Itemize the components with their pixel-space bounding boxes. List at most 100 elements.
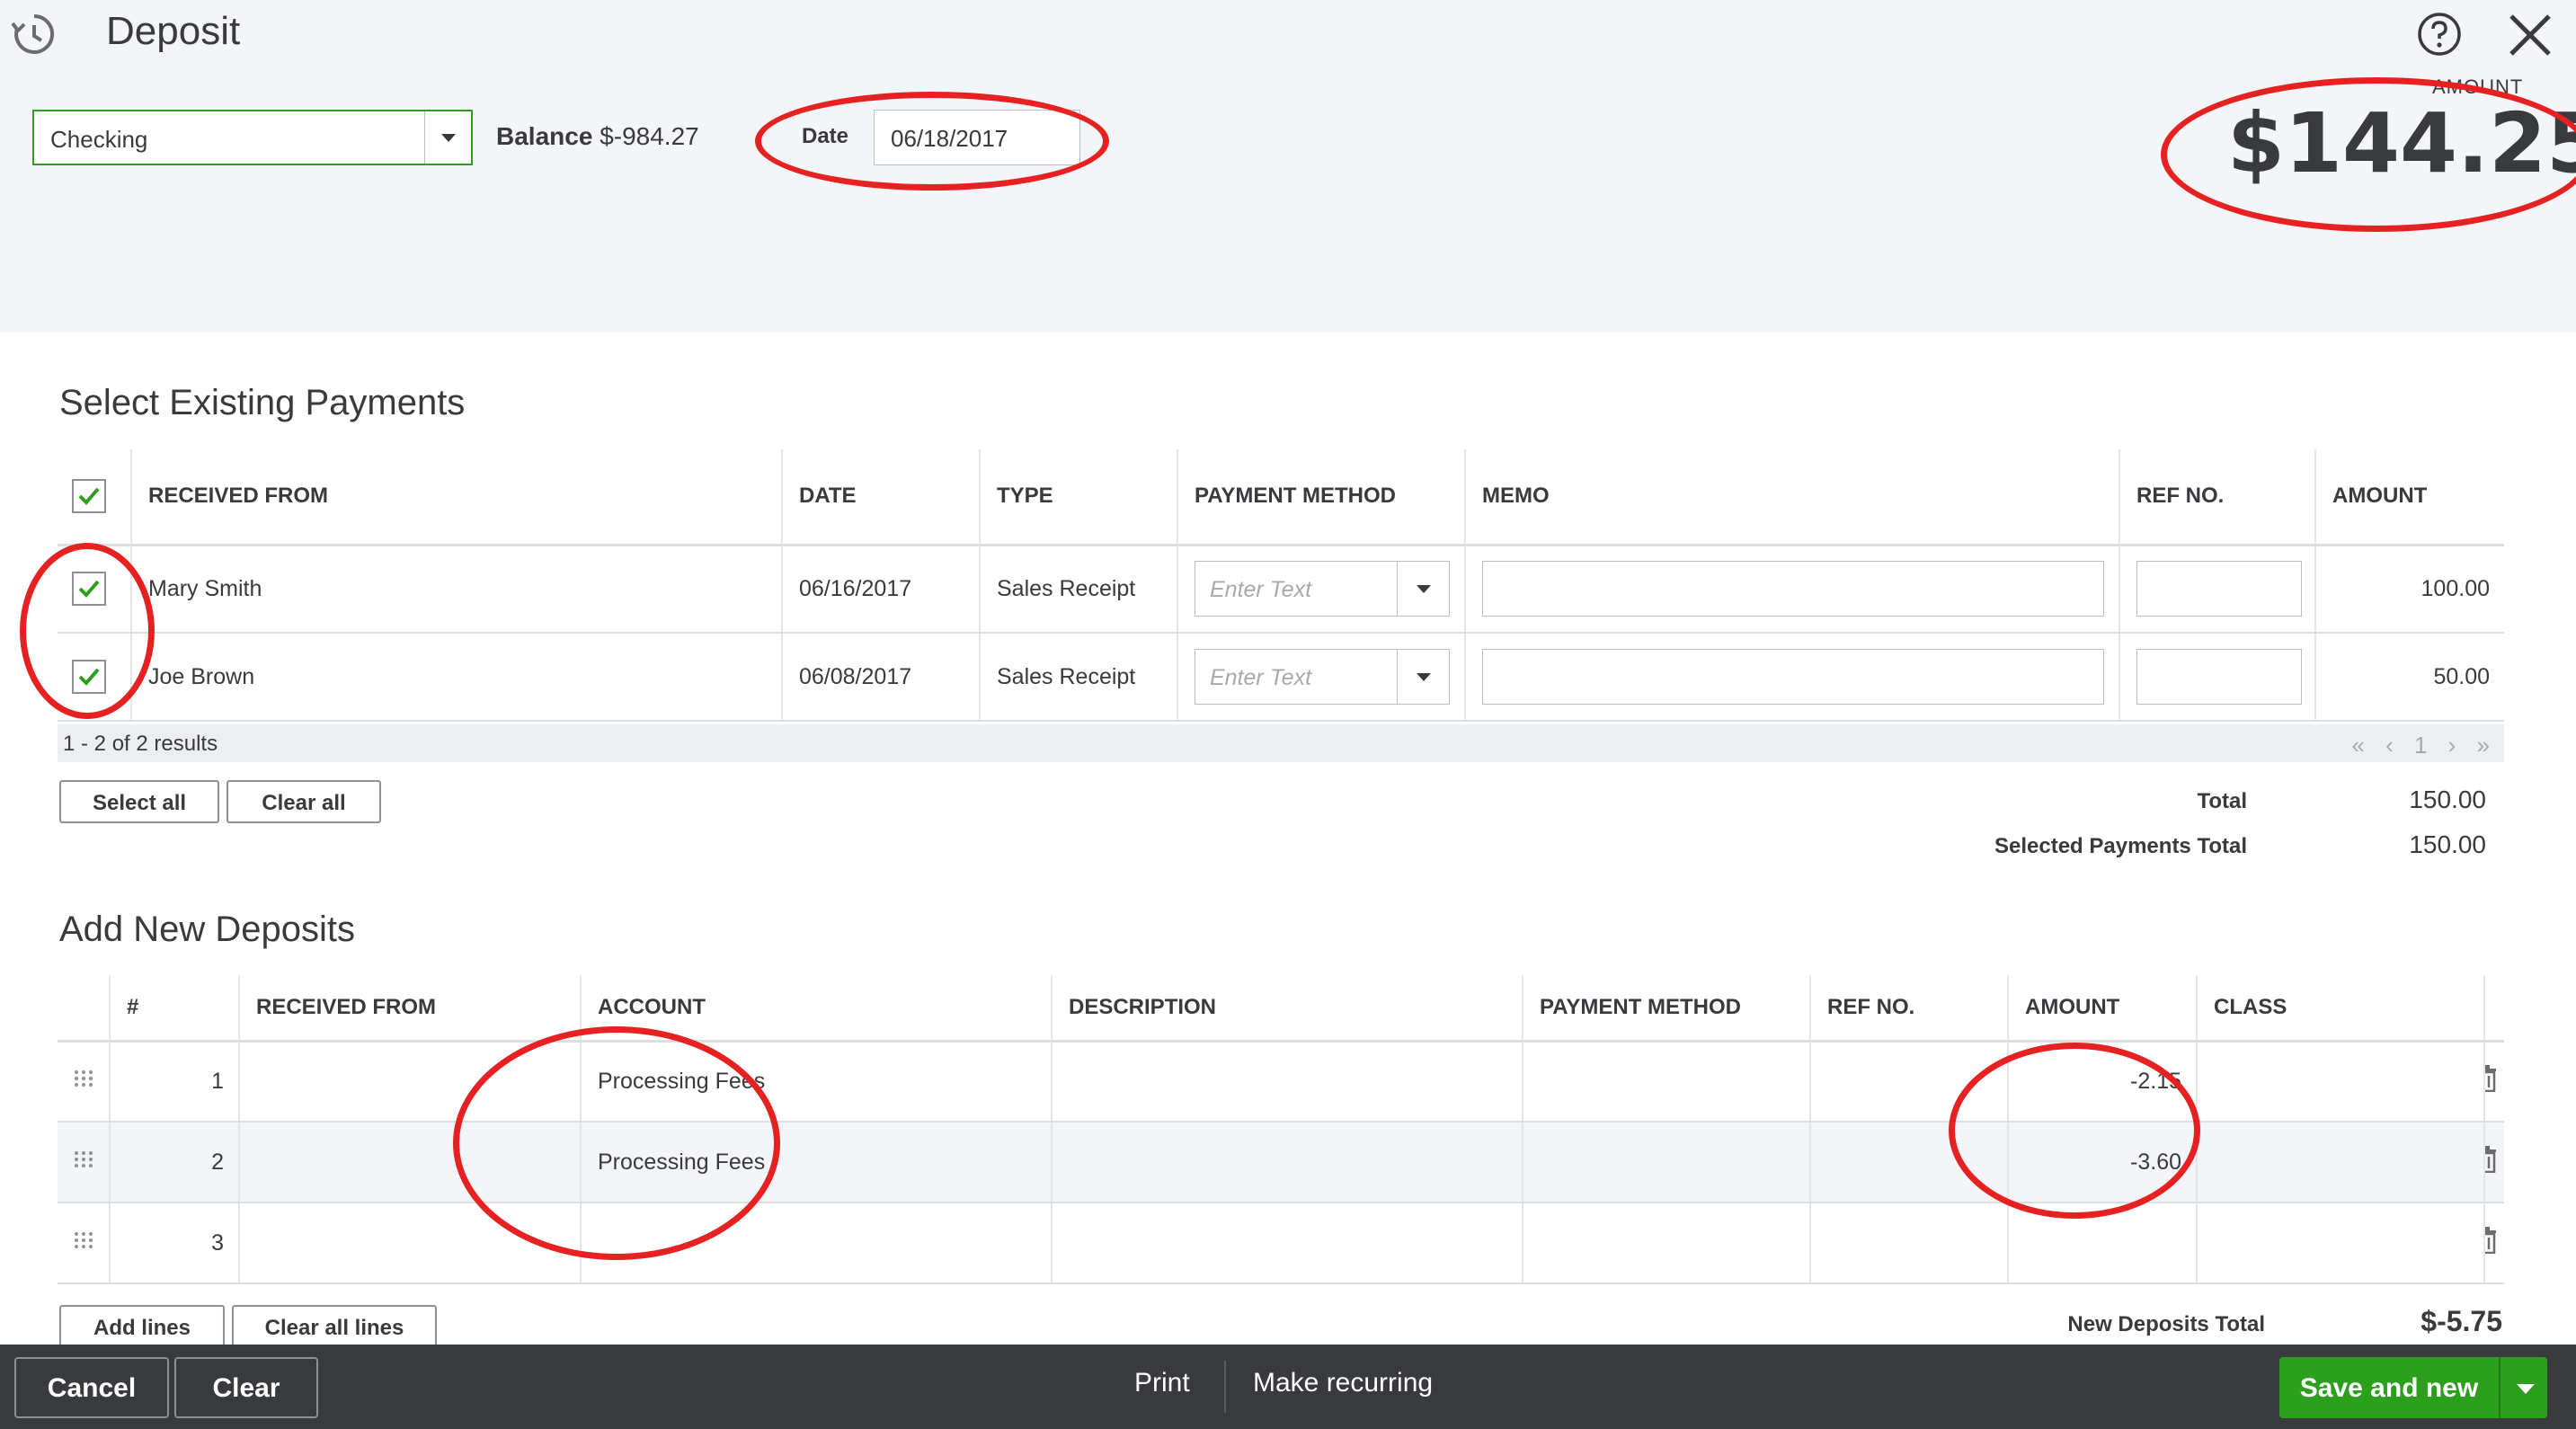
col-description[interactable]: DESCRIPTION (1052, 976, 1523, 1043)
description-cell[interactable] (1052, 1203, 1523, 1284)
chevron-down-icon[interactable] (424, 111, 471, 164)
col-received-from[interactable]: RECEIVED FROM (131, 449, 783, 546)
description-cell[interactable] (1052, 1122, 1523, 1203)
class-cell[interactable] (2197, 1122, 2485, 1203)
new-deposits-title: Add New Deposits (59, 910, 356, 949)
delete-cell[interactable] (2484, 1122, 2504, 1203)
memo-cell (1465, 545, 2120, 634)
amount-cell[interactable]: -2.15 (2008, 1041, 2198, 1123)
delete-cell[interactable] (2484, 1041, 2504, 1123)
close-icon[interactable] (2506, 11, 2554, 59)
clear-all-lines-button[interactable]: Clear all lines (232, 1305, 437, 1348)
recent-transactions-icon[interactable] (9, 9, 59, 59)
drag-handle-cell[interactable] (58, 1203, 111, 1284)
drag-handle-cell[interactable] (58, 1041, 111, 1123)
results-count: 1 - 2 of 2 results (63, 732, 218, 756)
chevron-down-icon[interactable] (2517, 1384, 2535, 1394)
print-button[interactable]: Print (1134, 1368, 1190, 1398)
delete-cell[interactable] (2484, 1203, 2504, 1284)
row-checkbox-cell[interactable] (58, 545, 132, 634)
payment-method-cell: Enter Text (1177, 545, 1466, 634)
received-from-cell[interactable] (239, 1203, 582, 1284)
save-and-new-label[interactable]: Save and new (2279, 1373, 2499, 1404)
payment-method-cell[interactable] (1523, 1041, 1811, 1123)
received-from-link[interactable]: Joe Brown (131, 633, 783, 722)
table-row[interactable]: 3 (58, 1203, 2504, 1284)
drag-handle-cell[interactable] (58, 1122, 111, 1203)
ref-no-cell[interactable] (1810, 1203, 2009, 1284)
col-date[interactable]: DATE (782, 449, 981, 546)
memo-input[interactable] (1482, 561, 2104, 617)
col-payment-method[interactable]: PAYMENT METHOD (1523, 976, 1811, 1043)
account-cell[interactable] (581, 1203, 1053, 1284)
deposit-amount: $144.25 (2227, 95, 2576, 191)
drag-handle-icon[interactable] (74, 1069, 93, 1088)
clear-button[interactable]: Clear (174, 1357, 318, 1418)
pagination[interactable]: « ‹ 1 › » (2351, 732, 2497, 759)
memo-input[interactable] (1482, 649, 2104, 705)
trash-icon[interactable] (2484, 1064, 2498, 1092)
col-ref-no[interactable]: REF NO. (2119, 449, 2316, 546)
ref-no-input[interactable] (2136, 649, 2302, 705)
received-from-cell[interactable] (239, 1041, 582, 1123)
add-lines-button[interactable]: Add lines (59, 1305, 225, 1348)
drag-handle-icon[interactable] (74, 1230, 93, 1250)
row-checkbox[interactable] (72, 660, 106, 694)
select-all-button[interactable]: Select all (59, 780, 219, 823)
table-row[interactable]: 2 Processing Fees -3.60 (58, 1122, 2504, 1203)
class-cell[interactable] (2197, 1041, 2485, 1123)
class-cell[interactable] (2197, 1203, 2485, 1284)
payment-method-cell[interactable] (1523, 1203, 1811, 1284)
col-account[interactable]: ACCOUNT (581, 976, 1053, 1043)
chevron-down-icon[interactable] (1397, 562, 1449, 617)
received-from-link[interactable]: Mary Smith (131, 545, 783, 634)
col-amount[interactable]: AMOUNT (2008, 976, 2198, 1043)
row-checkbox-cell[interactable] (58, 633, 132, 722)
amount-cell[interactable] (2008, 1203, 2198, 1284)
payment-amount: 50.00 (2315, 633, 2504, 722)
account-cell[interactable]: Processing Fees (581, 1041, 1053, 1123)
save-and-new-button[interactable]: Save and new (2279, 1357, 2547, 1418)
ref-no-input[interactable] (2136, 561, 2302, 617)
table-row[interactable]: 1 Processing Fees -2.15 (58, 1041, 2504, 1123)
header-checkbox[interactable] (72, 479, 106, 514)
payment-method-select[interactable]: Enter Text (1195, 649, 1450, 705)
row-checkbox[interactable] (72, 572, 106, 607)
help-icon[interactable] (2416, 11, 2463, 58)
col-class[interactable]: CLASS (2197, 976, 2485, 1043)
drag-handle-icon[interactable] (74, 1149, 93, 1169)
ref-no-cell (2119, 545, 2316, 634)
trash-icon[interactable] (2484, 1145, 2498, 1173)
payment-method-placeholder: Enter Text (1210, 665, 1312, 690)
date-input[interactable]: 06/18/2017 (874, 110, 1080, 165)
ref-no-cell[interactable] (1810, 1041, 2009, 1123)
chevron-down-icon[interactable] (1397, 650, 1449, 704)
col-type[interactable]: TYPE (980, 449, 1178, 546)
payment-type: Sales Receipt (980, 545, 1178, 634)
amount-cell[interactable]: -3.60 (2008, 1122, 2198, 1203)
account-cell[interactable]: Processing Fees (581, 1122, 1053, 1203)
footer-divider (1224, 1361, 1226, 1413)
ref-no-cell[interactable] (1810, 1122, 2009, 1203)
col-ref-no[interactable]: REF NO. (1810, 976, 2009, 1043)
col-amount[interactable]: AMOUNT (2315, 449, 2504, 546)
col-memo[interactable]: MEMO (1465, 449, 2120, 546)
account-select[interactable]: Checking (32, 110, 473, 165)
ref-no-cell (2119, 633, 2316, 722)
page-title: Deposit (106, 9, 241, 53)
payment-method-select[interactable]: Enter Text (1195, 561, 1450, 617)
select-all-checkbox-cell[interactable] (58, 449, 132, 546)
clear-all-button[interactable]: Clear all (227, 780, 381, 823)
table-row: Mary Smith 06/16/2017 Sales Receipt Ente… (58, 545, 2504, 634)
received-from-cell[interactable] (239, 1122, 582, 1203)
table-header-row: # RECEIVED FROM ACCOUNT DESCRIPTION PAYM… (58, 976, 2504, 1043)
col-payment-method[interactable]: PAYMENT METHOD (1177, 449, 1466, 546)
cancel-button[interactable]: Cancel (14, 1357, 169, 1418)
col-received-from[interactable]: RECEIVED FROM (239, 976, 582, 1043)
payment-method-cell[interactable] (1523, 1122, 1811, 1203)
make-recurring-button[interactable]: Make recurring (1253, 1368, 1433, 1398)
checkmark-icon (78, 580, 100, 599)
checkmark-icon (78, 668, 100, 686)
trash-icon[interactable] (2484, 1226, 2498, 1254)
description-cell[interactable] (1052, 1041, 1523, 1123)
